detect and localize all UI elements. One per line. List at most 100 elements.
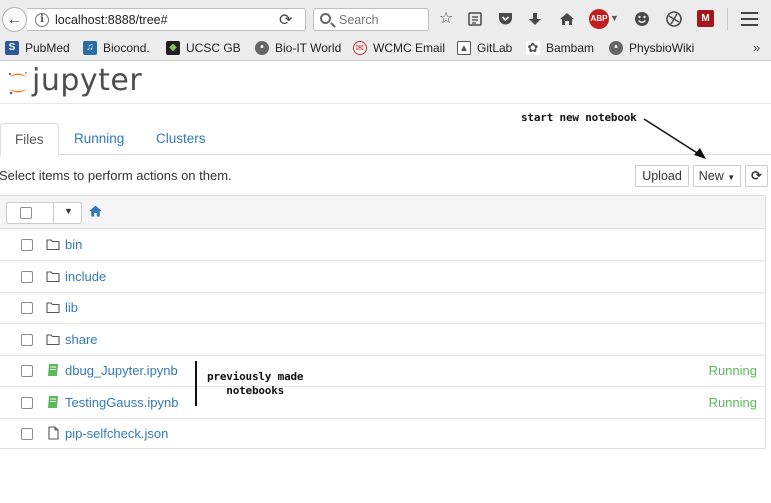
bookmark-gitlab[interactable]: ▲ GitLab [457,41,512,55]
bookmark-bambam[interactable]: ✿ Bambam [526,41,594,55]
bookmark-physbiowiki[interactable]: • PhysbioWiki [609,41,694,55]
file-row[interactable]: pip-selfcheck.json [0,418,765,450]
annotation-bracket [195,361,197,406]
annotation-previous-notebooks: previously made notebooks [207,370,304,398]
file-name-link[interactable]: lib [65,300,78,315]
running-status: Running [708,395,757,410]
row-checkbox[interactable] [21,428,33,440]
tab-clusters[interactable]: Clusters [142,123,220,155]
jupyter-logo-icon[interactable] [7,71,29,95]
menu-icon[interactable] [741,12,758,26]
row-checkbox[interactable] [21,271,33,283]
bioconductor-icon: ♫ [83,41,97,55]
browser-toolbar: ← i localhost:8888/tree# ⟳ Search ☆ ABP … [0,0,771,38]
jupyter-logo-text[interactable]: jupyter [32,63,142,98]
download-icon[interactable] [525,9,545,29]
dropdown-divider [53,203,54,223]
row-checkbox[interactable] [21,334,33,346]
file-name-link[interactable]: share [65,332,98,347]
bookmark-label: PhysbioWiki [629,41,695,55]
folder-icon [46,302,60,314]
file-name-link[interactable]: TestingGauss.ipynb [65,395,178,410]
home-breadcrumb-icon[interactable] [89,205,102,217]
mendeley-icon[interactable]: M [697,10,714,27]
globe-icon: • [609,41,623,55]
chevron-down-icon[interactable]: ▼ [610,13,619,23]
search-input[interactable]: Search [313,8,429,31]
file-row[interactable]: bin [0,229,765,261]
bookmark-ucsc[interactable]: ◆ UCSC GB [166,41,241,55]
file-row[interactable]: lib [0,292,765,324]
bookmark-biocond[interactable]: ♫ Biocond. [83,41,150,55]
home-icon[interactable] [557,9,577,29]
row-checkbox[interactable] [21,302,33,314]
file-list-header: ▼ [0,196,765,229]
extension-globe-icon[interactable] [664,9,684,29]
notebook-icon [48,396,58,408]
select-all-dropdown[interactable]: ▼ [6,202,82,224]
row-checkbox[interactable] [21,239,33,251]
select-all-checkbox[interactable] [20,207,32,219]
file-list: ▼ bin include lib share dbug_Jupyter.ipy… [0,195,766,449]
new-button-label: New [698,169,724,183]
bookmark-label: GitLab [477,41,513,55]
tab-files[interactable]: Files [0,123,59,156]
annotation-start-new-notebook: start new notebook [521,111,637,124]
bookmark-label: Bambam [546,41,595,55]
bookmark-pubmed[interactable]: S PubMed [5,41,70,55]
running-status: Running [708,363,757,378]
file-row[interactable]: TestingGauss.ipynb Running [0,387,765,419]
pocket-icon[interactable] [495,9,515,29]
notebook-icon [48,364,58,376]
bambam-icon: ✿ [526,40,540,55]
folder-icon [46,334,60,346]
new-button[interactable]: New ▼ [693,165,741,187]
tab-running[interactable]: Running [60,123,138,155]
url-bar[interactable]: i localhost:8888/tree# ⟳ [27,8,306,31]
info-icon[interactable]: i [35,13,49,27]
back-arrow-icon[interactable]: ← [2,7,27,32]
upload-button[interactable]: Upload [635,165,689,187]
row-checkbox[interactable] [21,397,33,409]
bookmark-label: PubMed [25,41,70,55]
select-message: Select items to perform actions on them. [0,168,232,183]
folder-icon [46,239,60,251]
file-name-link[interactable]: include [65,269,106,284]
ucsc-icon: ◆ [166,41,180,55]
file-name-link[interactable]: pip-selfcheck.json [65,426,168,441]
file-row[interactable]: include [0,261,765,293]
file-icon [48,426,59,440]
bookmark-label: UCSC GB [186,41,241,55]
row-checkbox[interactable] [21,365,33,377]
bookmark-bio-it-world[interactable]: • Bio-IT World [255,41,341,55]
more-bookmarks-icon[interactable]: » [753,40,760,55]
file-row[interactable]: share [0,324,765,356]
reload-icon[interactable]: ⟳ [279,10,292,30]
star-icon[interactable]: ☆ [436,9,456,29]
bookmark-label: Biocond. [103,41,150,55]
email-icon: ✉ [353,41,367,55]
gitlab-icon: ▲ [457,41,471,55]
bookmarks-bar: S PubMed ♫ Biocond. ◆ UCSC GB • Bio-IT W… [0,38,771,61]
file-row[interactable]: dbug_Jupyter.ipynb Running [0,355,765,387]
file-name-link[interactable]: dbug_Jupyter.ipynb [65,363,178,378]
caret-down-icon[interactable]: ▼ [64,206,73,216]
annotation-line: notebooks [226,384,285,397]
refresh-icon: ⟳ [751,168,762,183]
reader-view-icon[interactable] [465,9,485,29]
toolbar-divider [727,8,728,30]
smiley-icon[interactable] [632,9,652,29]
caret-down-icon: ▼ [727,173,736,182]
bookmark-wcmc-email[interactable]: ✉ WCMC Email [353,41,445,55]
url-text[interactable]: localhost:8888/tree# [55,13,168,27]
folder-icon [46,271,60,283]
bookmark-label: WCMC Email [373,41,445,55]
annotation-line: previously made [207,370,304,383]
pubmed-icon: S [5,41,19,55]
globe-icon: • [255,41,269,55]
search-icon [320,13,331,24]
refresh-button[interactable]: ⟳ [745,165,768,187]
file-name-link[interactable]: bin [65,237,82,252]
adblock-icon[interactable]: ABP [589,9,609,29]
search-placeholder: Search [339,13,379,27]
